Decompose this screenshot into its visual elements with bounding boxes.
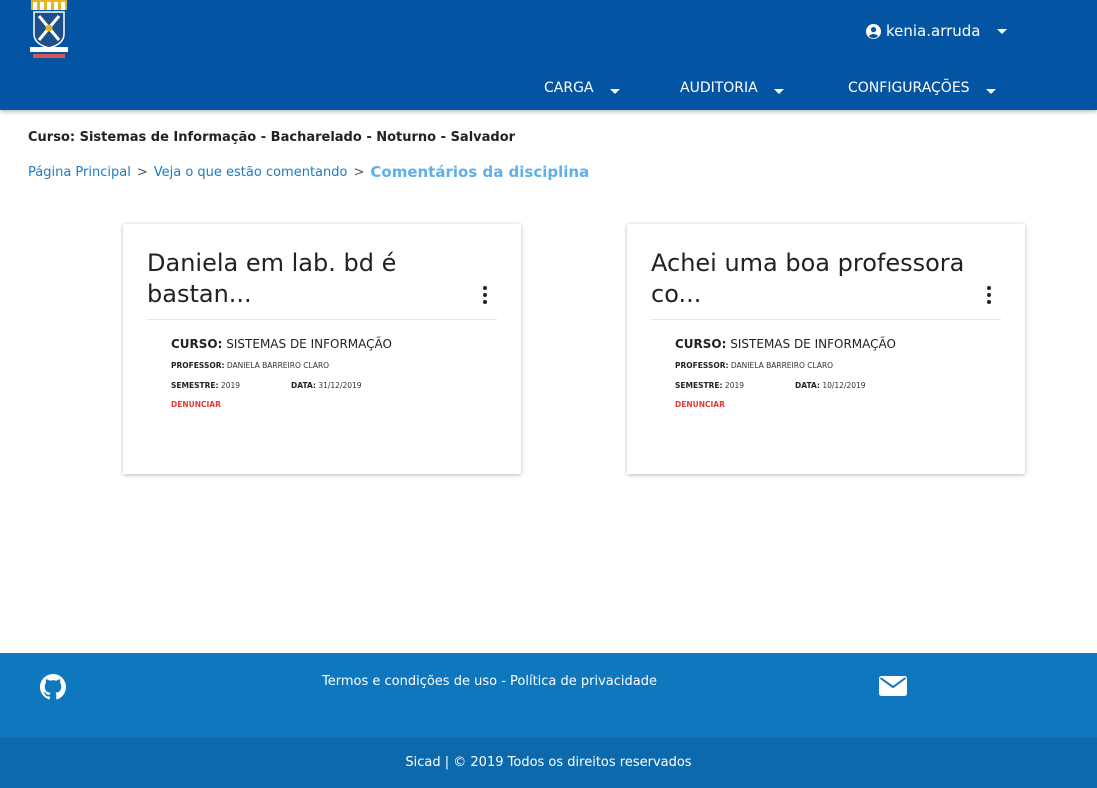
footer-top [0, 653, 1097, 738]
username: kenia.arruda [886, 22, 981, 40]
comment-date: DATA: 31/12/2019 [291, 381, 362, 390]
nav-carga-label: CARGA [544, 80, 594, 96]
comment-course: CURSO: SISTEMAS DE INFORMAÇÃO [675, 337, 896, 351]
nav-auditoria[interactable]: AUDITORIA [680, 78, 784, 98]
comment-professor: PROFESSOR: DANIELA BARREIRO CLARO [171, 361, 329, 370]
nav-configuracoes[interactable]: CONFIGURAÇÕES [848, 78, 996, 98]
breadcrumb-home-link[interactable]: Página Principal [28, 165, 131, 180]
breadcrumb-current: Comentários da disciplina [370, 163, 590, 181]
user-menu[interactable]: kenia.arruda [866, 20, 1007, 42]
comment-card: Achei uma boa professora co... CURSO: SI… [627, 224, 1025, 474]
comment-card: Daniela em lab. bd é bastan... CURSO: SI… [123, 224, 521, 474]
course-label: CURSO: [171, 337, 223, 351]
top-navbar: kenia.arruda CARGA AUDITORIA CONFIGURAÇÕ… [0, 0, 1097, 110]
comment-professor: PROFESSOR: DANIELA BARREIRO CLARO [675, 361, 833, 370]
breadcrumb-separator: > [136, 164, 148, 180]
report-link[interactable]: DENUNCIAR [675, 400, 725, 409]
course-value: SISTEMAS DE INFORMAÇÃO [226, 337, 392, 351]
breadcrumb-separator: > [353, 164, 365, 180]
chevron-down-icon [985, 88, 996, 94]
breadcrumb-comments-link[interactable]: Veja o que estão comentando [154, 165, 348, 180]
semester-value: 2019 [220, 381, 241, 390]
chevron-down-icon [996, 28, 1007, 34]
course-title: Curso: Sistemas de Informação - Bacharel… [28, 130, 516, 145]
comment-title[interactable]: Daniela em lab. bd é bastan... [147, 248, 477, 310]
comment-course: CURSO: SISTEMAS DE INFORMAÇÃO [171, 337, 392, 351]
more-vert-icon[interactable] [982, 286, 996, 304]
chevron-down-icon [609, 88, 620, 94]
more-vert-icon[interactable] [478, 286, 492, 304]
breadcrumb: Página Principal > Veja o que estão come… [28, 161, 589, 183]
date-label: DATA: [291, 381, 316, 390]
date-value: 31/12/2019 [318, 381, 362, 390]
course-label: CURSO: [675, 337, 727, 351]
professor-value: DANIELA BARREIRO CLARO [730, 361, 834, 370]
professor-label: PROFESSOR: [171, 361, 225, 370]
comment-semester: SEMESTRE: 2019 [675, 381, 744, 390]
github-icon[interactable] [40, 674, 66, 700]
semester-label: SEMESTRE: [171, 381, 219, 390]
nav-configuracoes-label: CONFIGURAÇÕES [848, 80, 970, 96]
envelope-icon[interactable] [879, 676, 907, 696]
date-value: 10/12/2019 [822, 381, 866, 390]
nav-carga[interactable]: CARGA [544, 78, 620, 98]
course-value: SISTEMAS DE INFORMAÇÃO [730, 337, 896, 351]
semester-value: 2019 [724, 381, 745, 390]
professor-value: DANIELA BARREIRO CLARO [226, 361, 330, 370]
chevron-down-icon [773, 88, 784, 94]
card-divider [651, 319, 1001, 320]
account-circle-icon [866, 23, 881, 39]
comment-semester: SEMESTRE: 2019 [171, 381, 240, 390]
report-link[interactable]: DENUNCIAR [171, 400, 221, 409]
comment-title[interactable]: Achei uma boa professora co... [651, 248, 981, 310]
copyright-text: Sicad | © 2019 Todos os direitos reserva… [405, 755, 692, 770]
date-label: DATA: [795, 381, 820, 390]
ufba-logo[interactable] [28, 0, 70, 62]
nav-auditoria-label: AUDITORIA [680, 80, 758, 96]
terms-privacy-link[interactable]: Termos e condições de uso - Política de … [322, 674, 657, 689]
semester-label: SEMESTRE: [675, 381, 723, 390]
card-divider [147, 319, 497, 320]
professor-label: PROFESSOR: [675, 361, 729, 370]
comment-date: DATA: 10/12/2019 [795, 381, 866, 390]
